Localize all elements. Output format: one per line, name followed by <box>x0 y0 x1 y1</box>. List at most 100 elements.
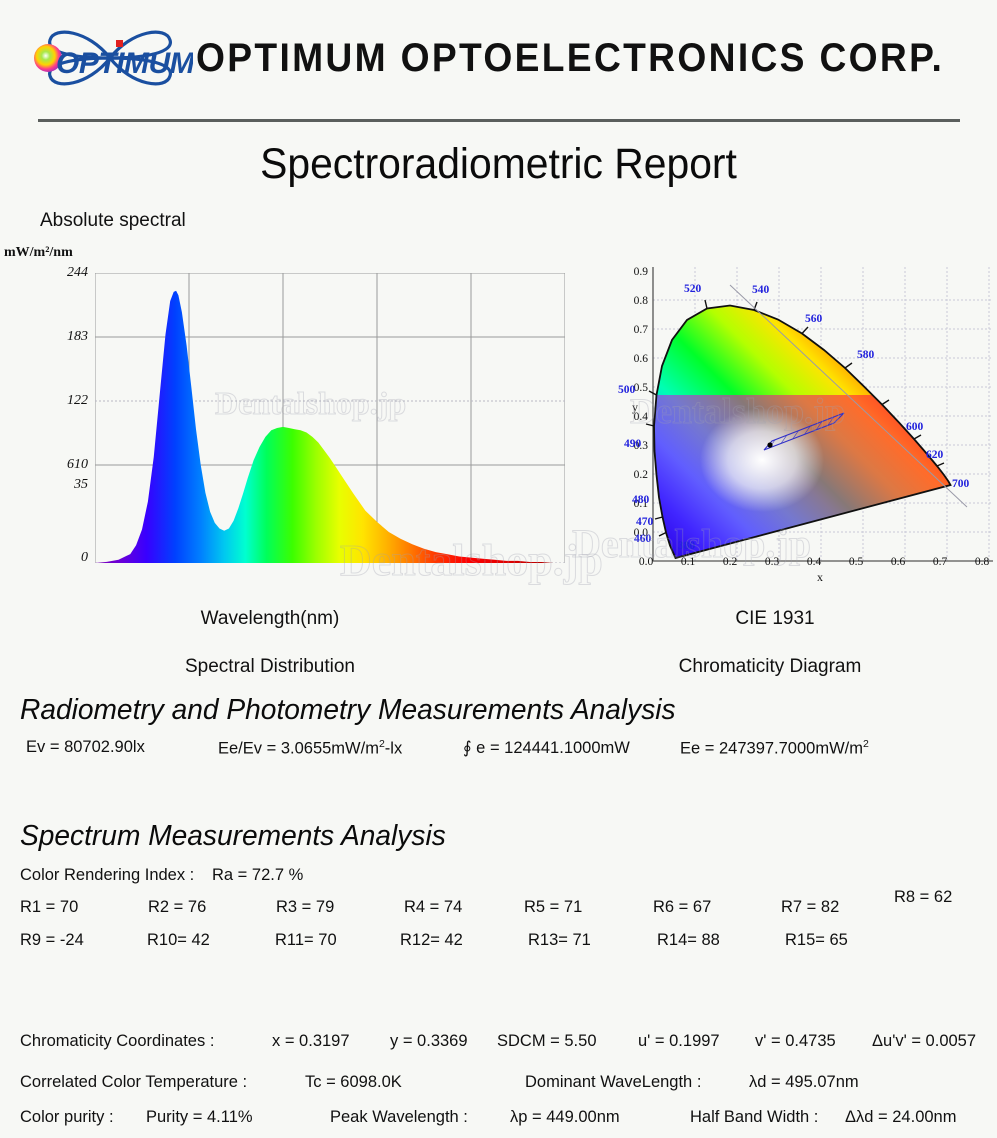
svg-text:0.4: 0.4 <box>807 556 822 568</box>
chromaticity-y: y = 0.3369 <box>390 1032 468 1050</box>
svg-text:580: 580 <box>857 349 875 361</box>
cri-r8: R8 = 62 <box>894 888 953 906</box>
cie-x-caption: CIE 1931 <box>735 608 815 629</box>
svg-text:0.1: 0.1 <box>681 556 696 568</box>
cct-row: Correlated Color Temperature : Tc = 6098… <box>0 1073 997 1095</box>
cri-r10: R10= 42 <box>147 931 210 949</box>
company-name: OPTIMUM OPTOELECTRONICS CORP. <box>196 36 945 80</box>
svg-text:0.6: 0.6 <box>891 556 906 568</box>
svg-text:380: 380 <box>678 540 696 552</box>
ev-value: Ev = 80702.90lx <box>26 738 145 756</box>
svg-text:600: 600 <box>906 421 924 433</box>
svg-text:0.8: 0.8 <box>975 556 990 568</box>
cri-r12: R12= 42 <box>400 931 463 949</box>
svg-text:620: 620 <box>926 449 944 461</box>
spd-y-tick-122: 122 <box>67 393 88 408</box>
svg-text:0.5: 0.5 <box>634 382 649 394</box>
report-page: OPTIMUM OPTIMUM OPTOELECTRONICS CORP. Sp… <box>0 0 997 1138</box>
cri-row: Color Rendering Index : Ra = 72.7 % <box>0 866 997 888</box>
svg-text:540: 540 <box>752 284 770 296</box>
absolute-spectral-label: Absolute spectral <box>40 210 186 231</box>
cri-r2: R2 = 76 <box>148 898 207 916</box>
cri-r7: R7 = 82 <box>781 898 840 916</box>
radiometry-heading: Radiometry and Photometry Measurements A… <box>20 694 676 726</box>
spd-y-tick-244: 244 <box>67 265 88 280</box>
cri-r9-r15-row: R9 = -24 R10= 42 R11= 70 R12= 42 R13= 71… <box>0 931 997 953</box>
cri-r13: R13= 71 <box>528 931 591 949</box>
ee-ev-ratio: Ee/Ev = 3.0655mW/m2-lx <box>218 738 403 758</box>
svg-text:490: 490 <box>624 438 642 450</box>
cri-ra-value: Ra = 72.7 % <box>212 866 304 884</box>
cct-label: Correlated Color Temperature : <box>20 1073 248 1091</box>
svg-text:520: 520 <box>684 283 702 295</box>
cri-r1-r8-row: R1 = 70 R2 = 76 R3 = 79 R4 = 74 R5 = 71 … <box>0 888 997 920</box>
spd-y-tick-610: 610 <box>67 457 88 472</box>
svg-text:0.3: 0.3 <box>765 556 780 568</box>
svg-text:0.0: 0.0 <box>639 556 654 568</box>
spd-y-tick-0: 0 <box>81 550 88 565</box>
purity-row: Color purity : Purity = 4.11% Peak Wavel… <box>0 1108 997 1130</box>
half-band-label: Half Band Width : <box>690 1108 819 1126</box>
cri-r5: R5 = 71 <box>524 898 583 916</box>
cie-plot-area: 0.0 0.1 0.2 0.3 0.4 0.5 0.6 0.7 0.8 0.0 … <box>618 266 993 584</box>
chromaticity-label: Chromaticity Coordinates : <box>20 1032 215 1050</box>
chromaticity-row: Chromaticity Coordinates : x = 0.3197 y … <box>0 1032 997 1054</box>
cri-label: Color Rendering Index : <box>20 866 195 884</box>
svg-text:480: 480 <box>632 494 650 506</box>
sdcm-value: SDCM = 5.50 <box>497 1032 597 1050</box>
svg-text:0.7: 0.7 <box>634 324 649 336</box>
peak-wl-label: Peak Wavelength : <box>330 1108 468 1126</box>
cri-r15: R15= 65 <box>785 931 848 949</box>
cri-r1: R1 = 70 <box>20 898 79 916</box>
cct-value: Tc = 6098.0K <box>305 1073 402 1091</box>
cie-y-axis-label: y <box>632 400 638 414</box>
spd-caption: Spectral Distribution <box>184 656 356 677</box>
chromaticity-x: x = 0.3197 <box>272 1032 350 1050</box>
svg-text:0.5: 0.5 <box>849 556 864 568</box>
cie-chromaticity-chart: 0.0 0.1 0.2 0.3 0.4 0.5 0.6 0.7 0.8 0.0 … <box>572 245 997 585</box>
atom-orbit-logo-icon: OPTIMUM <box>34 30 193 86</box>
u-prime-value: u' = 0.1997 <box>638 1032 720 1050</box>
svg-text:0.9: 0.9 <box>634 266 649 278</box>
svg-text:0.2: 0.2 <box>723 556 738 568</box>
radiometry-values-row: Ev = 80702.90lx Ee/Ev = 3.0655mW/m2-lx ∮… <box>0 738 997 760</box>
svg-text:0.6: 0.6 <box>634 353 649 365</box>
cri-r4: R4 = 74 <box>404 898 463 916</box>
cri-r11: R11= 70 <box>275 931 337 949</box>
cri-r6: R6 = 67 <box>653 898 712 916</box>
cie-x-axis-label: x <box>817 570 823 584</box>
dominant-wl-label: Dominant WaveLength : <box>525 1073 702 1091</box>
optimum-logo: OPTIMUM <box>28 18 193 98</box>
dominant-wl-value: λd = 495.07nm <box>749 1073 859 1091</box>
delta-uv-value: Δu'v' = 0.0057 <box>872 1032 977 1050</box>
svg-text:460: 460 <box>634 533 652 545</box>
svg-text:500: 500 <box>618 384 636 396</box>
svg-text:700: 700 <box>952 478 970 490</box>
svg-text:470: 470 <box>636 516 654 528</box>
radiant-flux-value: ∮ e = 124441.1000mW <box>463 739 630 757</box>
cie-caption: Chromaticity Diagram <box>678 656 862 677</box>
svg-text:0.2: 0.2 <box>634 469 649 481</box>
spd-plot-area <box>95 273 565 563</box>
purity-value: Purity = 4.11% <box>146 1108 253 1126</box>
header-divider <box>38 119 960 122</box>
svg-text:0.8: 0.8 <box>634 295 649 307</box>
svg-text:0.7: 0.7 <box>933 556 948 568</box>
cie-measured-point-marker <box>767 442 773 448</box>
peak-wl-value: λp = 449.00nm <box>510 1108 620 1126</box>
half-band-value: Δλd = 24.00nm <box>845 1108 957 1126</box>
svg-text:560: 560 <box>805 313 823 325</box>
spd-y-tick-35: 35 <box>74 477 88 492</box>
purity-label: Color purity : <box>20 1108 114 1126</box>
v-prime-value: v' = 0.4735 <box>755 1032 836 1050</box>
logo-i-dot-icon <box>116 40 123 47</box>
spd-x-caption: Wavelength(nm) <box>200 608 340 629</box>
spd-curve <box>95 290 565 563</box>
ee-value: Ee = 247397.7000mW/m2 <box>680 738 869 758</box>
logo-wordmark: OPTIMUM <box>56 47 193 80</box>
cri-r14: R14= 88 <box>657 931 720 949</box>
cri-r9: R9 = -24 <box>20 931 84 949</box>
spd-y-axis-unit: mW/m²/nm <box>4 245 73 260</box>
page-title: Spectroradiometric Report <box>260 140 737 188</box>
spd-y-tick-183: 183 <box>67 329 88 344</box>
